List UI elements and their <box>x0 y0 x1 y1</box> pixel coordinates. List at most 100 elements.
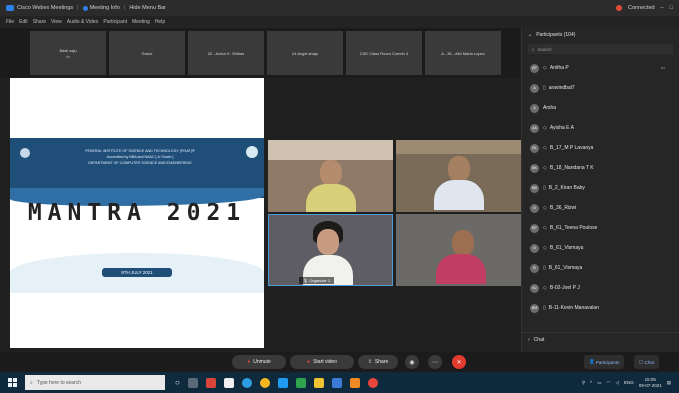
avatar: BB <box>530 183 539 193</box>
device-icon: ▯ <box>543 85 546 91</box>
video-tile[interactable] <box>396 140 521 212</box>
task-view-icon[interactable] <box>187 377 198 388</box>
app-icon[interactable] <box>295 377 306 388</box>
participant-search-input[interactable]: ⌕ Search <box>528 44 673 54</box>
strip-tile[interactable]: Grace <box>109 31 185 75</box>
strip-tile[interactable]: 20 - Anton K. Shibas <box>188 31 264 75</box>
chat-button[interactable]: ▢ Chat <box>634 355 660 369</box>
tray-wifi-icon[interactable]: ◠ <box>607 380 611 386</box>
app-title: Cisco Webex Meetings <box>17 5 74 11</box>
unmute-button[interactable]: ● Unmute <box>232 355 286 369</box>
start-video-button[interactable]: ● Start video <box>290 355 354 369</box>
office-icon[interactable] <box>205 377 216 388</box>
share-button[interactable]: ⇪ Share <box>358 355 398 369</box>
firefox-icon[interactable] <box>367 377 378 388</box>
participant-item[interactable]: B ◇ B_61_Vismaya <box>522 238 679 258</box>
taskbar-search-input[interactable]: ⌕ Type here to search <box>25 375 165 390</box>
meeting-info-button[interactable]: Meeting Info <box>90 5 120 11</box>
device-icon: ▯ <box>543 185 546 191</box>
participant-item[interactable]: B ◇ B_36_Rizwi <box>522 198 679 218</box>
menu-help[interactable]: Help <box>155 19 165 25</box>
mail-icon[interactable] <box>277 377 288 388</box>
avatar: A <box>530 103 539 113</box>
folder-icon[interactable] <box>313 377 324 388</box>
share-icon: ⇪ <box>367 359 372 365</box>
menu-meeting[interactable]: Meeting <box>132 19 150 25</box>
menu-participant[interactable]: Participant <box>103 19 127 25</box>
more-options-button[interactable]: ⋯ <box>428 355 442 369</box>
avatar: BM <box>530 303 539 313</box>
participant-head <box>320 160 342 186</box>
maximize-icon[interactable]: □ <box>670 5 673 11</box>
participant-list: AP ◇ Anitha P ▭ A ▯ aravindbal7 A Arsha AA ◇ Ayi… <box>522 58 679 318</box>
tray-language[interactable]: ENG <box>624 380 634 385</box>
participant-item[interactable]: B ▯ B_61_Vismaya <box>522 258 679 278</box>
tray-battery-icon[interactable]: ▭ <box>597 380 601 386</box>
strip-tile[interactable]: A - 35 - Aibi Maria Lopez <box>425 31 501 75</box>
connection-status[interactable]: Connected <box>628 5 655 11</box>
webex-logo-icon <box>6 5 14 11</box>
participant-item[interactable]: A ▯ aravindbal7 <box>522 78 679 98</box>
participant-name: B_17_M P Lavanya <box>549 145 594 151</box>
shield-icon: ◇ <box>543 145 547 151</box>
minimize-icon[interactable]: – <box>661 5 664 11</box>
participant-item[interactable]: BP ◇ B_61_Teena Poulose <box>522 218 679 238</box>
chat-label: Chat <box>533 336 545 343</box>
hide-menu-bar-button[interactable]: Hide Menu Bar <box>129 5 166 11</box>
windows-taskbar: ⌕ Type here to search ○ ⚲ ^ ▭ ◠ ◁ ENG 15 <box>0 372 679 393</box>
chrome-icon[interactable] <box>259 377 270 388</box>
webex-window: Cisco Webex Meetings | Meeting Info | Hi… <box>0 0 679 393</box>
store-icon[interactable] <box>223 377 234 388</box>
participant-item[interactable]: AA ◇ Ayisha E A <box>522 118 679 138</box>
leave-meeting-button[interactable]: ✕ <box>452 355 466 369</box>
tray-person-icon[interactable]: ⚲ <box>582 380 585 386</box>
participants-header[interactable]: ⌄ Participants (104) <box>522 28 679 42</box>
tray-chevron-icon[interactable]: ^ <box>590 380 592 385</box>
participant-name: B_18_Nandana T K <box>549 165 594 171</box>
tray-clock[interactable]: 15:05 09-07-2021 <box>639 377 662 389</box>
strip-tile[interactable]: Basil saju Ho <box>30 31 106 75</box>
participants-button[interactable]: 👤 Participants <box>584 355 625 369</box>
participant-item[interactable]: AP ◇ Anitha P ▭ <box>522 58 679 78</box>
participant-name: B_36_Rizwi <box>549 205 577 211</box>
collapse-chevron-icon[interactable]: ⌄ <box>528 32 532 38</box>
record-button[interactable]: ◉ <box>405 355 419 369</box>
video-tile[interactable] <box>268 140 393 212</box>
participant-item[interactable]: BJ ◇ B-02-Joel P J <box>522 278 679 298</box>
more-icon: ⋯ <box>432 359 438 366</box>
menu-audio-video[interactable]: Audio & Video <box>67 19 99 25</box>
windows-start-icon[interactable] <box>8 378 17 387</box>
chat-section-toggle[interactable]: › Chat <box>522 332 679 346</box>
menu-edit[interactable]: Edit <box>19 19 28 25</box>
share-label: Share <box>374 359 389 365</box>
edge-icon[interactable] <box>241 377 252 388</box>
webex-taskbar-icon[interactable] <box>331 377 342 388</box>
strip-tile[interactable]: CSE Class Room Comrin 4 <box>346 31 422 75</box>
notification-icon[interactable]: ▤ <box>667 380 671 386</box>
participant-item[interactable]: BB ▯ B_2_Kiran Baby <box>522 178 679 198</box>
shared-slide: FEDERAL INSTITUTE OF SCIENCE AND TECHNOL… <box>10 78 264 348</box>
cortana-icon[interactable]: ○ <box>175 378 180 388</box>
vlc-icon[interactable] <box>349 377 360 388</box>
participant-item[interactable]: A Arsha <box>522 98 679 118</box>
participant-item[interactable]: BM ▯ B-11-Kevin Manavalan <box>522 298 679 318</box>
meeting-controls: ● Unmute ● Start video ⇪ Share ◉ ⋯ ✕ 👤 P… <box>0 352 679 372</box>
avatar: AP <box>530 63 539 73</box>
strip-tile-name: 20 - Anton K. Shibas <box>207 50 245 56</box>
avatar: B <box>530 203 539 213</box>
strip-tile-name: CSE Class Room Comrin 4 <box>359 50 409 56</box>
participant-item[interactable]: BK ◇ B_18_Nandana T K <box>522 158 679 178</box>
video-name: Organizer 1 <box>309 278 331 283</box>
avatar: A <box>530 83 539 93</box>
meeting-stage: FEDERAL INSTITUTE OF SCIENCE AND TECHNOL… <box>0 78 521 358</box>
participant-item[interactable]: BL ◇ B_17_M P Lavanya <box>522 138 679 158</box>
menu-share[interactable]: Share <box>33 19 46 25</box>
menu-view[interactable]: View <box>51 19 62 25</box>
video-tile[interactable] <box>396 214 521 286</box>
tray-volume-icon[interactable]: ◁ <box>615 380 618 386</box>
video-tile-active-speaker[interactable]: 🎙 Organizer 1 <box>268 214 393 286</box>
menu-file[interactable]: File <box>6 19 14 25</box>
strip-tile[interactable]: 24 Angel shaju <box>267 31 343 75</box>
avatar: BJ <box>530 283 539 293</box>
avatar: B <box>530 243 539 253</box>
